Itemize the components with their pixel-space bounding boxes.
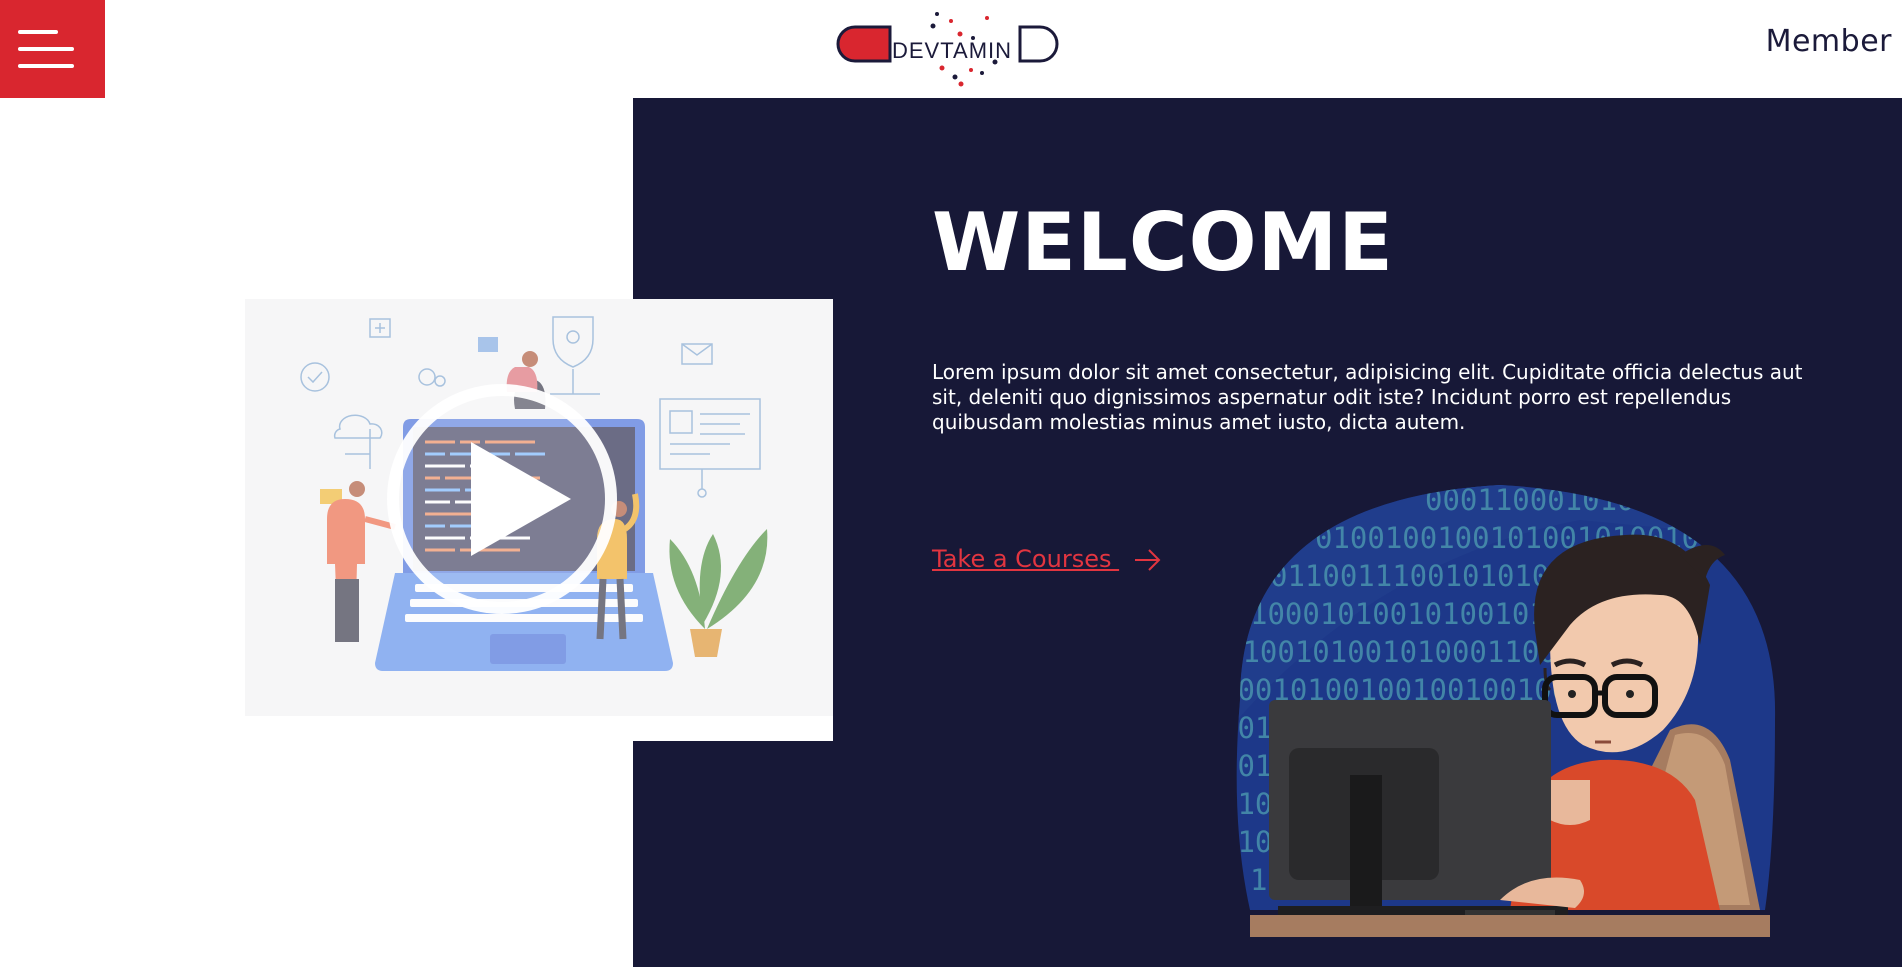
logo-wordmark: DEVTAMIN	[892, 38, 1013, 63]
play-icon[interactable]	[387, 384, 617, 614]
menu-bar-bottom	[18, 64, 74, 68]
menu-bar-middle	[18, 47, 74, 51]
member-link[interactable]: Member	[1766, 24, 1892, 59]
play-triangle	[471, 442, 571, 556]
menu-bar-top	[18, 30, 58, 34]
intro-video[interactable]	[245, 299, 833, 741]
hamburger-menu-button[interactable]	[0, 0, 105, 98]
site-header: DEVTAMIN Member	[0, 0, 1902, 98]
arrow-right-icon[interactable]	[1133, 547, 1163, 573]
hero-title: WELCOME	[932, 196, 1394, 289]
hero-description: Lorem ipsum dolor sit amet consectetur, …	[932, 360, 1803, 434]
take-courses-link[interactable]: Take a Courses	[932, 545, 1119, 573]
binary-row: 0001100010101	[1425, 483, 1652, 517]
video-thumbnail	[245, 299, 833, 716]
coder-illustration: 0001100010101010010010010100101001001100…	[1236, 483, 1776, 937]
devtamin-logo[interactable]: DEVTAMIN	[835, 10, 1071, 88]
